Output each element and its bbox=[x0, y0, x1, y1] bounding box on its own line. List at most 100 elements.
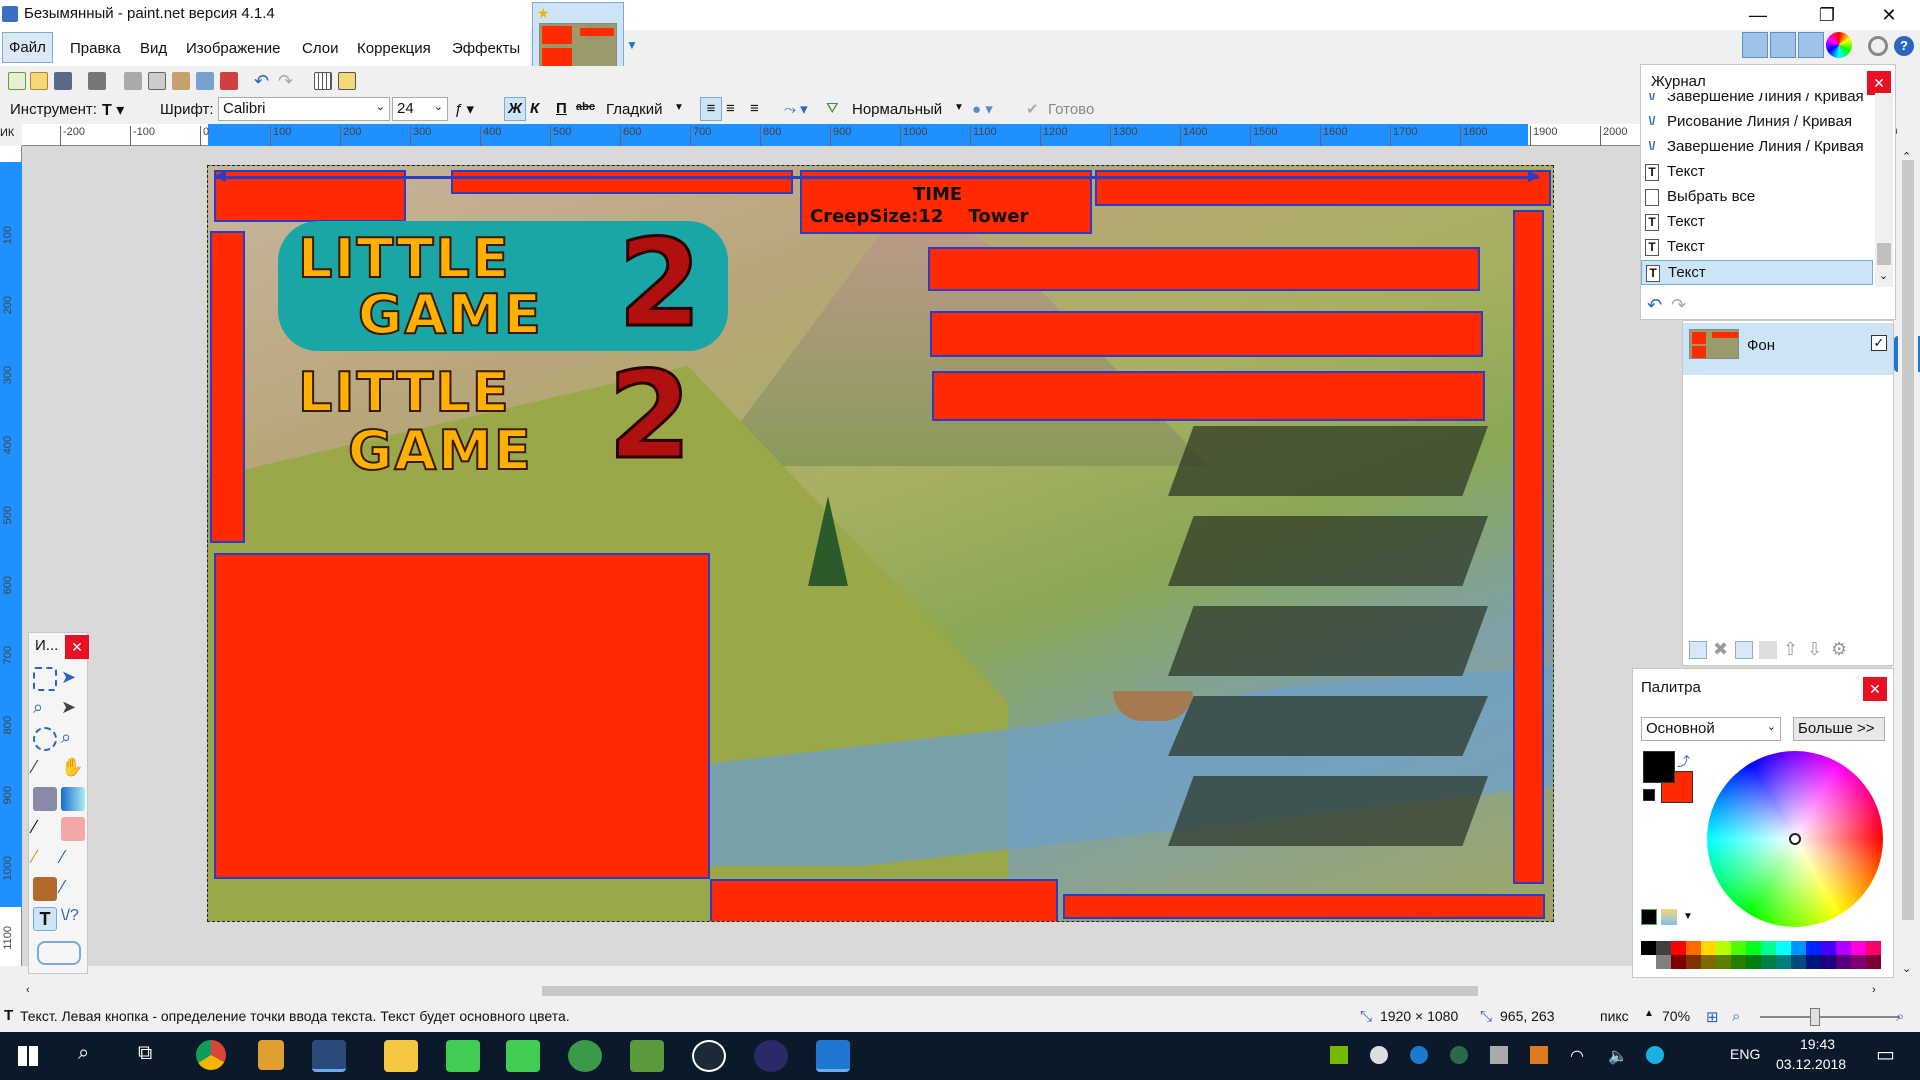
history-item[interactable]: \/ Завершение Линия / Кривая bbox=[1641, 93, 1873, 110]
font-smoothing-icon[interactable]: ƒ ▾ bbox=[454, 100, 474, 118]
palette-close-button[interactable]: ✕ bbox=[1863, 677, 1887, 701]
rulers-icon[interactable] bbox=[338, 72, 356, 90]
palette-swatch[interactable] bbox=[1701, 955, 1716, 969]
paintnet-taskbar-icon[interactable] bbox=[312, 1040, 346, 1072]
help-icon[interactable]: ? bbox=[1894, 36, 1914, 56]
redo-icon[interactable]: ↷ bbox=[278, 72, 296, 90]
maximize-button[interactable]: ❐ bbox=[1804, 0, 1850, 30]
save-icon[interactable] bbox=[54, 72, 72, 90]
palette-swatch[interactable] bbox=[1866, 955, 1881, 969]
chrome-icon[interactable] bbox=[196, 1040, 226, 1070]
start-icon[interactable] bbox=[18, 1046, 38, 1066]
palette-swatch[interactable] bbox=[1776, 941, 1791, 955]
language-indicator[interactable]: ENG bbox=[1730, 1046, 1760, 1062]
crop-icon[interactable] bbox=[196, 72, 214, 90]
move-selection-icon[interactable]: ➤ bbox=[61, 667, 85, 691]
palette-add-icon[interactable] bbox=[1641, 909, 1657, 925]
cut-icon[interactable] bbox=[124, 72, 142, 90]
palette-swatch[interactable] bbox=[1746, 941, 1761, 955]
align-center-icon[interactable]: ≡ bbox=[726, 100, 735, 117]
gradient-icon[interactable] bbox=[61, 787, 85, 811]
tray-icon-4[interactable] bbox=[1450, 1046, 1468, 1064]
vertical-scrollbar[interactable]: ⌃ ⌄ bbox=[1898, 146, 1918, 982]
history-undo-icon[interactable]: ↶ bbox=[1647, 295, 1662, 316]
text-tool-icon[interactable]: T ▾ bbox=[102, 100, 124, 120]
palette-swatch[interactable] bbox=[1746, 955, 1761, 969]
color-wheel[interactable] bbox=[1707, 751, 1883, 927]
tray-icon-2[interactable] bbox=[1370, 1046, 1388, 1064]
unity-icon[interactable] bbox=[692, 1040, 726, 1072]
undo-icon[interactable]: ↶ bbox=[254, 72, 272, 90]
size-select[interactable]: 24 ⌄ bbox=[392, 97, 448, 121]
history-item[interactable]: Выбрать все bbox=[1641, 185, 1873, 210]
ellipse-select-icon[interactable] bbox=[33, 727, 57, 751]
task-view-icon[interactable]: ⧉ bbox=[138, 1042, 152, 1065]
add-layer-icon[interactable] bbox=[1689, 641, 1707, 659]
nvidia-icon[interactable] bbox=[1330, 1046, 1348, 1064]
palette-swatch[interactable] bbox=[1671, 941, 1686, 955]
blend-mode-icon[interactable]: ⤳ ▾ bbox=[784, 100, 808, 118]
palette-swatch[interactable] bbox=[1851, 955, 1866, 969]
antialias-select[interactable]: Гладкий bbox=[606, 101, 662, 118]
palette-swatch[interactable] bbox=[1686, 941, 1701, 955]
move-layer-up-icon[interactable]: ⇧ bbox=[1783, 639, 1798, 660]
qt-icon[interactable] bbox=[446, 1040, 480, 1072]
history-item[interactable]: \/ Завершение Линия / Кривая bbox=[1641, 135, 1873, 160]
history-scrollbar[interactable]: ⌄ bbox=[1875, 93, 1893, 287]
tray-icon-5[interactable] bbox=[1490, 1046, 1508, 1064]
shapes-icon[interactable] bbox=[37, 941, 81, 965]
palette-menu-icon[interactable]: ▼ bbox=[1683, 911, 1693, 922]
history-item[interactable]: T Текст bbox=[1641, 160, 1873, 185]
palette-swatch[interactable] bbox=[1671, 955, 1686, 969]
reset-colors-icon[interactable] bbox=[1643, 789, 1655, 801]
recolor-icon[interactable]: ⁄ bbox=[61, 877, 85, 901]
lasso-icon[interactable]: ⌕ bbox=[33, 697, 57, 721]
history-item[interactable]: T Текст bbox=[1641, 260, 1873, 285]
palette-swatch[interactable] bbox=[1821, 955, 1836, 969]
clock-time[interactable]: 19:43 bbox=[1800, 1036, 1835, 1052]
text-tool-button[interactable]: T bbox=[33, 907, 57, 931]
tray-teamviewer-icon[interactable] bbox=[1410, 1046, 1428, 1064]
palette-gradient-icon[interactable] bbox=[1661, 909, 1677, 925]
palette-swatch[interactable] bbox=[1731, 955, 1746, 969]
palette-swatch[interactable] bbox=[1851, 941, 1866, 955]
palette-swatch[interactable] bbox=[1656, 955, 1671, 969]
underline-button[interactable]: П bbox=[556, 100, 567, 117]
grid-icon[interactable] bbox=[314, 72, 332, 90]
duplicate-layer-icon[interactable] bbox=[1735, 641, 1753, 659]
swap-colors-icon[interactable]: ⤴ bbox=[1677, 751, 1690, 770]
palette-swatch[interactable] bbox=[1806, 941, 1821, 955]
brush-icon[interactable]: ⁄ bbox=[33, 817, 57, 841]
layer-item[interactable]: Фон ✓ bbox=[1683, 323, 1893, 375]
tools-window-icon[interactable] bbox=[1742, 32, 1768, 58]
palette-swatch[interactable] bbox=[1836, 941, 1851, 955]
search-icon[interactable]: ⌕ bbox=[78, 1042, 89, 1065]
alpha-icon[interactable]: ⛛ bbox=[826, 100, 839, 117]
palette-swatch[interactable] bbox=[1791, 955, 1806, 969]
pan-icon[interactable]: ✋ bbox=[61, 757, 85, 781]
done-check-icon[interactable]: ✔ bbox=[1026, 100, 1039, 118]
palette-mode-select[interactable]: Основной ⌄ bbox=[1641, 717, 1781, 741]
volume-icon[interactable]: 🔈 bbox=[1608, 1046, 1628, 1066]
palette-swatch[interactable] bbox=[1761, 941, 1776, 955]
palette-swatch[interactable] bbox=[1716, 955, 1731, 969]
palette-swatch[interactable] bbox=[1701, 941, 1716, 955]
align-right-icon[interactable]: ≡ bbox=[750, 100, 759, 117]
palette-swatch[interactable] bbox=[1791, 941, 1806, 955]
eraser-icon[interactable] bbox=[61, 817, 85, 841]
paste-icon[interactable] bbox=[172, 72, 190, 90]
notifications-icon[interactable]: ▭ bbox=[1876, 1042, 1895, 1067]
move-pixels-icon[interactable]: ➤ bbox=[61, 697, 85, 721]
menu-image[interactable]: Изображение bbox=[186, 40, 281, 57]
colors-window-icon[interactable] bbox=[1826, 32, 1852, 58]
zoom-in-icon[interactable]: ⌕ bbox=[1896, 1008, 1904, 1025]
palette-swatch[interactable] bbox=[1686, 955, 1701, 969]
primary-color-swatch[interactable] bbox=[1643, 751, 1675, 783]
game-icon[interactable] bbox=[630, 1040, 664, 1072]
palette-swatch[interactable] bbox=[1821, 941, 1836, 955]
deselect-icon[interactable] bbox=[220, 72, 238, 90]
horizontal-scrollbar[interactable]: ‹ › bbox=[22, 982, 1892, 1000]
menu-adjustments[interactable]: Коррекция bbox=[357, 40, 431, 57]
settings-icon[interactable] bbox=[1868, 36, 1888, 56]
zoom-out-icon[interactable]: ⌕ bbox=[1732, 1008, 1740, 1025]
